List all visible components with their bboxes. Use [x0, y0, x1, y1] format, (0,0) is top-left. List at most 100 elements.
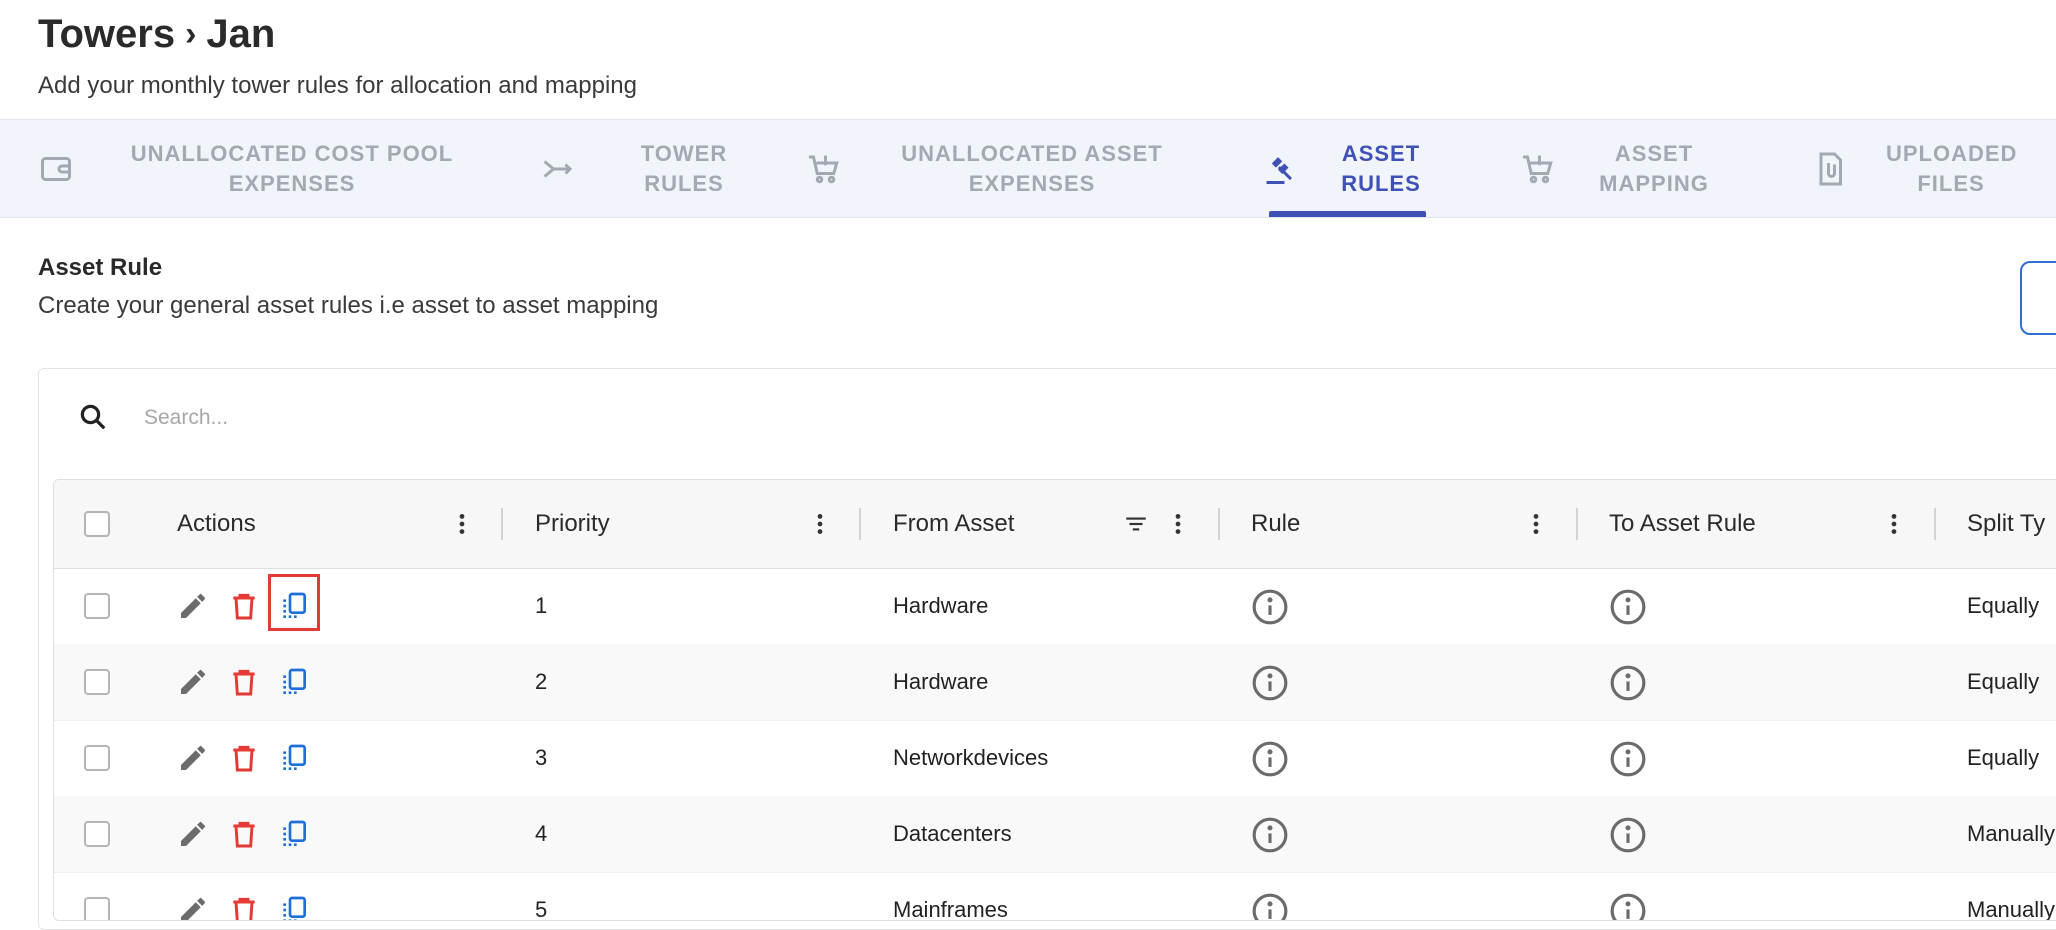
- tab-tower-rules[interactable]: TOWER RULES: [540, 120, 744, 217]
- edit-icon[interactable]: [177, 590, 209, 622]
- delete-icon[interactable]: [228, 590, 260, 622]
- from-asset-cell: Hardware: [893, 669, 989, 694]
- column-resize-handle[interactable]: [501, 508, 503, 540]
- column-header-rule[interactable]: Rule: [1251, 480, 1300, 568]
- column-resize-handle[interactable]: [859, 508, 861, 540]
- tab-uploaded-files[interactable]: UPLOADED FILES: [1812, 120, 2016, 217]
- split-type-cell: Manually: [1967, 821, 2056, 846]
- row-checkbox[interactable]: [84, 821, 110, 847]
- column-menu-icon[interactable]: [449, 511, 475, 537]
- column-resize-handle[interactable]: [1218, 508, 1220, 540]
- merge-arrow-icon: [543, 159, 573, 178]
- split-type-cell: Equally: [1967, 669, 2040, 694]
- page-subtitle: Add your monthly tower rules for allocat…: [38, 72, 637, 99]
- cart-alert-icon: [809, 155, 839, 183]
- table-row: 3 Networkdevices Equally: [54, 720, 2056, 797]
- to-asset-rule-info-icon[interactable]: [1609, 740, 1647, 778]
- priority-cell: 1: [535, 593, 548, 618]
- tab-unallocated-asset-expenses[interactable]: UNALLOCATED ASSET EXPENSES: [806, 120, 1172, 217]
- tab-unallocated-cost-pool-expenses[interactable]: UNALLOCATED COST POOL EXPENSES: [38, 120, 462, 217]
- column-menu-icon[interactable]: [807, 511, 833, 537]
- search-input[interactable]: [142, 400, 746, 436]
- column-resize-handle[interactable]: [1934, 508, 1936, 540]
- file-attachment-icon: [1819, 152, 1842, 185]
- tab-label-line1: TOWER: [640, 140, 728, 166]
- rule-info-icon[interactable]: [1251, 816, 1289, 854]
- delete-icon[interactable]: [228, 894, 260, 921]
- rule-info-icon[interactable]: [1251, 892, 1289, 921]
- priority-cell: 3: [535, 745, 548, 770]
- gavel-icon: [1266, 156, 1292, 184]
- breadcrumb-separator: ›: [185, 15, 197, 53]
- tab-label-line1: ASSET: [1341, 140, 1421, 166]
- page-title: Towers › Jan: [38, 12, 275, 57]
- breadcrumb-parent[interactable]: Towers: [38, 12, 175, 57]
- from-asset-cell: Datacenters: [893, 821, 1012, 846]
- table-row: 2 Hardware Equally: [54, 644, 2056, 721]
- rule-info-icon[interactable]: [1251, 740, 1289, 778]
- search-icon: [80, 404, 106, 430]
- to-asset-rule-info-icon[interactable]: [1609, 892, 1647, 921]
- column-resize-handle[interactable]: [1576, 508, 1578, 540]
- row-checkbox[interactable]: [84, 897, 110, 920]
- row-checkbox[interactable]: [84, 745, 110, 771]
- row-checkbox[interactable]: [84, 593, 110, 619]
- table-row: 4 Datacenters Manually: [54, 796, 2056, 873]
- column-menu-icon[interactable]: [1165, 511, 1191, 537]
- tab-label-line1: UNALLOCATED COST POOL: [130, 140, 454, 166]
- row-checkbox[interactable]: [84, 669, 110, 695]
- filter-icon[interactable]: [1122, 511, 1150, 537]
- from-asset-cell: Networkdevices: [893, 745, 1049, 770]
- section-title: Asset Rule: [38, 254, 163, 281]
- active-tab-indicator: [1269, 211, 1426, 217]
- copy-action-highlight: [268, 574, 320, 631]
- to-asset-rule-info-icon[interactable]: [1609, 588, 1647, 626]
- rule-info-icon[interactable]: [1251, 664, 1289, 702]
- column-header-priority[interactable]: Priority: [535, 480, 610, 568]
- tab-asset-rules[interactable]: ASSET RULES: [1262, 120, 1426, 217]
- column-header-actions[interactable]: Actions: [177, 480, 256, 568]
- rule-info-icon[interactable]: [1251, 588, 1289, 626]
- edit-icon[interactable]: [177, 894, 209, 921]
- tab-label-line1: UPLOADED: [1886, 140, 2018, 166]
- column-menu-icon[interactable]: [1523, 511, 1549, 537]
- table-row: 1 Hardware Equally: [54, 568, 2056, 645]
- breadcrumb-current: Jan: [206, 12, 276, 56]
- table-header: Actions Priority From Asset Rule To Asse…: [54, 480, 2056, 569]
- section-subtitle: Create your general asset rules i.e asse…: [38, 292, 659, 319]
- edit-icon[interactable]: [177, 742, 209, 774]
- edit-icon[interactable]: [177, 818, 209, 850]
- tab-label-line2: EXPENSES: [968, 170, 1096, 196]
- tab-bar: UNALLOCATED COST POOL EXPENSES TOWER RUL…: [0, 119, 2056, 218]
- column-header-to-asset-rule[interactable]: To Asset Rule: [1609, 480, 1756, 568]
- tab-asset-mapping[interactable]: ASSET MAPPING: [1520, 120, 1714, 217]
- cart-alert-icon: [1523, 155, 1553, 183]
- tab-label-line1: UNALLOCATED ASSET: [901, 140, 1163, 166]
- priority-cell: 4: [535, 821, 548, 846]
- tab-label-line1: ASSET: [1614, 140, 1694, 166]
- select-all-checkbox[interactable]: [84, 511, 110, 537]
- split-type-cell: Equally: [1967, 745, 2040, 770]
- to-asset-rule-info-icon[interactable]: [1609, 816, 1647, 854]
- copy-icon[interactable]: [278, 894, 310, 921]
- tab-label-line2: FILES: [1917, 170, 1985, 196]
- delete-icon[interactable]: [228, 742, 260, 774]
- edit-icon[interactable]: [177, 666, 209, 698]
- add-rule-button[interactable]: [2020, 261, 2056, 335]
- tab-label-line2: RULES: [644, 170, 724, 196]
- delete-icon[interactable]: [228, 818, 260, 850]
- delete-icon[interactable]: [228, 666, 260, 698]
- from-asset-cell: Hardware: [893, 593, 989, 618]
- tab-label-line2: RULES: [1341, 170, 1421, 196]
- tab-label-line2: MAPPING: [1599, 170, 1709, 196]
- rules-table: Actions Priority From Asset Rule To Asse…: [53, 479, 2056, 921]
- copy-icon[interactable]: [278, 666, 310, 698]
- to-asset-rule-info-icon[interactable]: [1609, 664, 1647, 702]
- split-type-cell: Equally: [1967, 593, 2040, 618]
- column-header-split-type[interactable]: Split Ty: [1967, 480, 2045, 568]
- column-menu-icon[interactable]: [1881, 511, 1907, 537]
- copy-icon[interactable]: [278, 742, 310, 774]
- column-header-from-asset[interactable]: From Asset: [893, 480, 1014, 568]
- wallet-icon: [41, 156, 71, 181]
- copy-icon[interactable]: [278, 818, 310, 850]
